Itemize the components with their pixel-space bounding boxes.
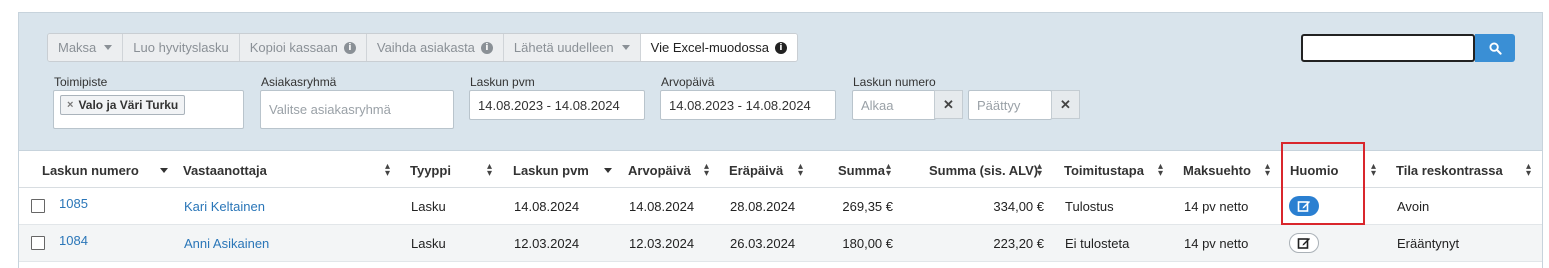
col-erapaiva[interactable]: Eräpäivä	[729, 152, 783, 188]
asiakasryhma-select[interactable]: Valitse asiakasryhmä	[260, 90, 454, 129]
sort-icon[interactable]: ▴ ▾	[385, 162, 390, 179]
filter-area: Maksa Luo hyvityslasku Kopioi kassaan i …	[19, 13, 1542, 151]
cell-maksuehto: 14 pv netto	[1184, 199, 1249, 214]
col-vastaanottaja[interactable]: Vastaanottaja	[183, 152, 267, 188]
cell-summa: 269,35 €	[842, 199, 893, 214]
sort-icon[interactable]: ▴ ▾	[487, 162, 492, 179]
sort-icon[interactable]: ▴ ▾	[798, 162, 803, 179]
copy-to-cashier-button[interactable]: Kopioi kassaan i	[239, 34, 367, 61]
close-icon: ✕	[943, 96, 954, 112]
resend-button[interactable]: Lähetä uudelleen	[503, 34, 641, 61]
cell-laskun-pvm: 12.03.2024	[514, 236, 580, 251]
invoice-number-link[interactable]: 1084	[59, 222, 88, 259]
sort-icon[interactable]: ▴ ▾	[1037, 162, 1042, 179]
cell-erapaiva: 28.08.2024	[730, 199, 796, 214]
laskun-pvm-label: Laskun pvm	[470, 75, 535, 89]
col-laskun-numero[interactable]: Laskun numero	[42, 152, 139, 188]
toimipiste-label: Toimipiste	[54, 75, 108, 89]
close-icon: ✕	[1060, 96, 1071, 112]
table-row[interactable]: 1084 Anni Asikainen Lasku 12.03.2024 12.…	[19, 225, 1542, 262]
col-laskun-pvm[interactable]: Laskun pvm	[513, 152, 589, 188]
sort-icon[interactable]: ▴ ▾	[704, 162, 709, 179]
sort-icon[interactable]: ▴ ▾	[1526, 162, 1531, 179]
search-button[interactable]	[1475, 34, 1515, 62]
col-arvopaiva[interactable]: Arvopäivä	[628, 152, 691, 188]
col-tila-reskontrassa[interactable]: Tila reskontrassa	[1396, 152, 1503, 188]
cell-tyyppi: Lasku	[411, 236, 446, 251]
cell-tila: Erääntynyt	[1397, 236, 1460, 251]
cell-arvopaiva: 12.03.2024	[629, 236, 695, 251]
clear-to-button[interactable]: ✕	[1051, 90, 1080, 119]
search-input[interactable]	[1301, 34, 1475, 62]
col-summa[interactable]: Summa	[838, 152, 885, 188]
remove-tag-icon[interactable]: ×	[67, 99, 73, 111]
col-tyyppi[interactable]: Tyyppi	[410, 152, 451, 188]
export-excel-button[interactable]: Vie Excel-muodossa i	[640, 34, 797, 61]
info-icon: i	[774, 41, 787, 54]
invoice-number-link[interactable]: 1085	[59, 185, 88, 222]
create-credit-note-button[interactable]: Luo hyvityslasku	[123, 34, 240, 61]
cell-summa-alv: 334,00 €	[993, 199, 1044, 214]
cell-summa: 180,00 €	[842, 236, 893, 251]
toimipiste-tag[interactable]: × Valo ja Väri Turku	[60, 95, 186, 115]
cell-laskun-pvm: 14.08.2024	[514, 199, 580, 214]
info-icon: i	[343, 41, 356, 54]
sort-desc-icon[interactable]	[160, 168, 168, 173]
action-toolbar: Maksa Luo hyvityslasku Kopioi kassaan i …	[47, 33, 798, 62]
invoice-panel: Maksa Luo hyvityslasku Kopioi kassaan i …	[18, 12, 1543, 268]
arvopaiva-label: Arvopäivä	[661, 75, 715, 89]
col-maksuehto[interactable]: Maksuehto	[1183, 152, 1251, 188]
edit-note-icon	[1297, 238, 1310, 249]
caret-down-icon	[104, 45, 113, 50]
cell-erapaiva: 26.03.2024	[730, 236, 796, 251]
cell-toimitustapa: Tulostus	[1065, 199, 1114, 214]
laskun-numero-from[interactable]: Alkaa	[852, 90, 936, 120]
recipient-link[interactable]: Anni Asikainen	[184, 225, 269, 262]
info-icon: i	[480, 41, 493, 54]
cell-tila: Avoin	[1397, 199, 1430, 214]
search-icon	[1488, 41, 1502, 55]
sort-desc-icon[interactable]	[604, 168, 612, 173]
sort-icon[interactable]: ▴ ▾	[1265, 162, 1270, 179]
cell-maksuehto: 14 pv netto	[1184, 236, 1249, 251]
cell-tyyppi: Lasku	[411, 199, 446, 214]
recipient-link[interactable]: Kari Keltainen	[184, 188, 265, 225]
asiakasryhma-label: Asiakasryhmä	[261, 75, 337, 89]
row-checkbox[interactable]	[31, 236, 45, 250]
cell-toimitustapa: Ei tulosteta	[1065, 236, 1130, 251]
laskun-numero-to[interactable]: Päättyy	[968, 90, 1052, 120]
sort-icon[interactable]: ▴ ▾	[1371, 162, 1376, 179]
huomio-highlight-box	[1281, 142, 1365, 225]
note-button[interactable]	[1289, 233, 1319, 253]
clear-from-button[interactable]: ✕	[934, 90, 963, 119]
sort-icon[interactable]: ▴ ▾	[886, 162, 891, 179]
change-customer-button[interactable]: Vaihda asiakasta i	[366, 34, 504, 61]
cell-summa-alv: 223,20 €	[993, 236, 1044, 251]
arvopaiva-field[interactable]: 14.08.2023 - 14.08.2024	[660, 90, 836, 120]
laskun-numero-label: Laskun numero	[853, 75, 936, 89]
laskun-pvm-field[interactable]: 14.08.2023 - 14.08.2024	[469, 90, 645, 120]
col-summa-alv[interactable]: Summa (sis. ALV)	[929, 152, 1038, 188]
pay-button[interactable]: Maksa	[48, 34, 124, 61]
caret-down-icon	[621, 45, 630, 50]
col-toimitustapa[interactable]: Toimitustapa	[1064, 152, 1144, 188]
row-checkbox[interactable]	[31, 199, 45, 213]
cell-arvopaiva: 14.08.2024	[629, 199, 695, 214]
sort-icon[interactable]: ▴ ▾	[1158, 162, 1163, 179]
